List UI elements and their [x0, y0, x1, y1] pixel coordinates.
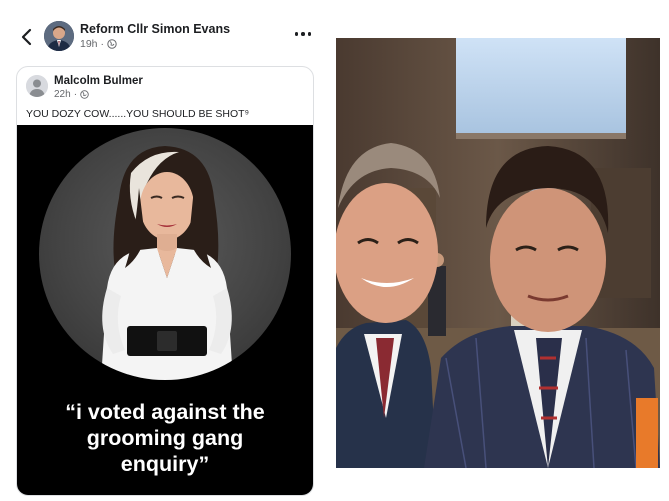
- shared-author-name[interactable]: Malcolm Bulmer: [54, 75, 143, 87]
- quote-line: grooming gang: [86, 426, 244, 450]
- facebook-post: Reform Cllr Simon Evans 19h · Malcolm Bu…: [0, 0, 325, 501]
- dot: [307, 32, 312, 36]
- quote-line: enquiry”: [120, 452, 210, 476]
- dot: [301, 32, 305, 36]
- selfie-image: [336, 38, 660, 468]
- author-avatar[interactable]: [44, 21, 74, 51]
- shared-author-avatar[interactable]: [26, 75, 48, 97]
- portrait-circle: [39, 128, 291, 380]
- globe-icon: [80, 90, 89, 99]
- meme-image[interactable]: “i voted against the grooming gang enqui…: [17, 125, 313, 495]
- shared-post-time[interactable]: 22h: [54, 89, 71, 100]
- meta-separator: ·: [100, 38, 105, 50]
- selfie-photo: [336, 38, 660, 468]
- post-time[interactable]: 19h: [80, 38, 98, 50]
- quote-line: “i voted against the: [65, 400, 265, 424]
- chevron-left-icon: [21, 28, 32, 46]
- woman-portrait-image: [101, 146, 233, 380]
- shared-post-text: YOU DOZY COW......YOU SHOULD BE SHOT⁹: [26, 108, 250, 120]
- shared-post-card[interactable]: Malcolm Bulmer 22h · YOU DOZY COW......Y…: [16, 66, 314, 496]
- dot: [294, 32, 299, 36]
- post-author-name[interactable]: Reform Cllr Simon Evans: [80, 22, 230, 36]
- shared-post-meta: 22h ·: [54, 89, 89, 100]
- more-options-button[interactable]: [292, 27, 314, 41]
- post-meta: 19h ·: [80, 38, 117, 50]
- meta-separator: ·: [73, 89, 78, 100]
- back-button[interactable]: [16, 26, 36, 48]
- globe-icon: [107, 39, 117, 49]
- meme-quote: “i voted against the grooming gang enqui…: [17, 399, 313, 477]
